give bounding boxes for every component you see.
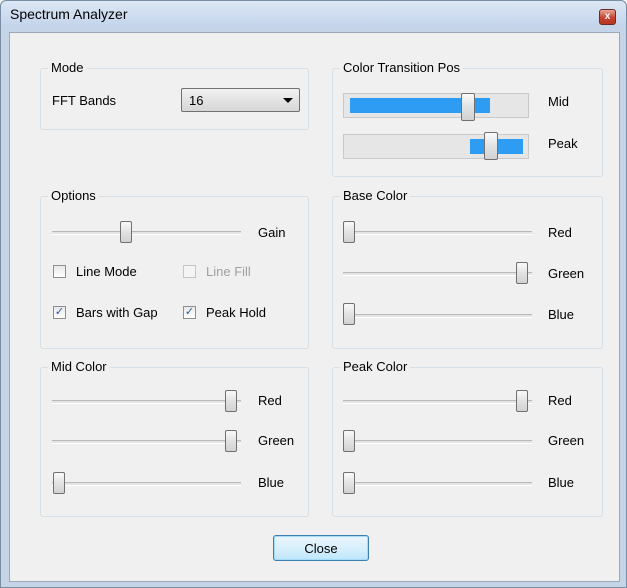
mid-red-label: Red xyxy=(258,393,282,408)
base-blue-label: Blue xyxy=(548,307,575,322)
line-mode-checkbox[interactable] xyxy=(53,265,66,278)
gain-slider-thumb[interactable] xyxy=(120,221,132,243)
mid-transition-thumb[interactable] xyxy=(461,93,475,121)
peak-green-label: Green xyxy=(548,433,585,448)
fft-bands-label: FFT Bands xyxy=(52,93,117,108)
peak-hold-label[interactable]: Peak Hold xyxy=(206,305,266,320)
peak-red-label: Red xyxy=(548,393,572,408)
peak-transition-thumb[interactable] xyxy=(484,132,498,160)
base-blue-slider-track[interactable] xyxy=(343,314,532,318)
base-green-slider-thumb[interactable] xyxy=(516,262,528,284)
close-button[interactable]: Close xyxy=(273,535,369,561)
mid-red-slider-track[interactable] xyxy=(52,400,241,404)
bars-with-gap-label[interactable]: Bars with Gap xyxy=(76,305,158,320)
peak-green-slider-thumb[interactable] xyxy=(343,430,355,452)
dialog-client-area: Mode FFT Bands 16 Color Transition Pos M… xyxy=(9,32,620,582)
fft-bands-select[interactable]: 16 xyxy=(181,88,300,112)
mid-blue-slider-thumb[interactable] xyxy=(53,472,65,494)
peak-color-group-label: Peak Color xyxy=(340,359,411,374)
base-red-slider-thumb[interactable] xyxy=(343,221,355,243)
color-transition-group-label: Color Transition Pos xyxy=(340,60,464,75)
mid-color-group-label: Mid Color xyxy=(48,359,110,374)
base-red-slider-track[interactable] xyxy=(343,231,532,235)
close-button-label: Close xyxy=(304,541,338,556)
mid-green-slider-track[interactable] xyxy=(52,440,241,444)
mid-transition-track xyxy=(343,93,529,118)
peak-hold-checkbox[interactable]: ✓ xyxy=(183,306,196,319)
base-color-group-label: Base Color xyxy=(340,188,411,203)
mid-green-label: Green xyxy=(258,433,295,448)
window-title: Spectrum Analyzer xyxy=(10,6,128,22)
mid-blue-slider-track[interactable] xyxy=(52,482,241,486)
mode-group-label: Mode xyxy=(48,60,87,75)
title-bar[interactable]: Spectrum Analyzer x xyxy=(1,1,626,27)
color-transition-group: Color Transition Pos xyxy=(332,60,603,177)
mid-red-slider-thumb[interactable] xyxy=(225,390,237,412)
base-green-slider-track[interactable] xyxy=(343,272,532,276)
base-red-label: Red xyxy=(548,225,572,240)
peak-green-slider-track[interactable] xyxy=(343,440,532,444)
chevron-down-icon xyxy=(283,98,293,103)
base-blue-slider-thumb[interactable] xyxy=(343,303,355,325)
base-green-label: Green xyxy=(548,266,585,281)
mid-transition-label: Mid xyxy=(548,94,569,109)
mid-blue-label: Blue xyxy=(258,475,285,490)
peak-blue-slider-thumb[interactable] xyxy=(343,472,355,494)
line-fill-label[interactable]: Line Fill xyxy=(206,264,251,279)
peak-blue-label: Blue xyxy=(548,475,575,490)
peak-blue-slider-track[interactable] xyxy=(343,482,532,486)
peak-red-slider-thumb[interactable] xyxy=(516,390,528,412)
options-group-label: Options xyxy=(48,188,99,203)
fft-bands-value: 16 xyxy=(189,93,204,108)
line-fill-checkbox[interactable] xyxy=(183,265,196,278)
checkmark-icon: ✓ xyxy=(54,306,65,318)
gain-label: Gain xyxy=(258,225,286,240)
dialog-window: Spectrum Analyzer x Mode FFT Bands 16 Co… xyxy=(0,0,627,588)
checkmark-icon: ✓ xyxy=(184,306,195,318)
gain-slider-track[interactable] xyxy=(52,231,241,235)
peak-transition-label: Peak xyxy=(548,136,578,151)
close-icon[interactable]: x xyxy=(599,9,616,25)
line-mode-label[interactable]: Line Mode xyxy=(76,264,137,279)
mid-green-slider-thumb[interactable] xyxy=(225,430,237,452)
peak-transition-track xyxy=(343,134,529,159)
peak-red-slider-track[interactable] xyxy=(343,400,532,404)
bars-with-gap-checkbox[interactable]: ✓ xyxy=(53,306,66,319)
